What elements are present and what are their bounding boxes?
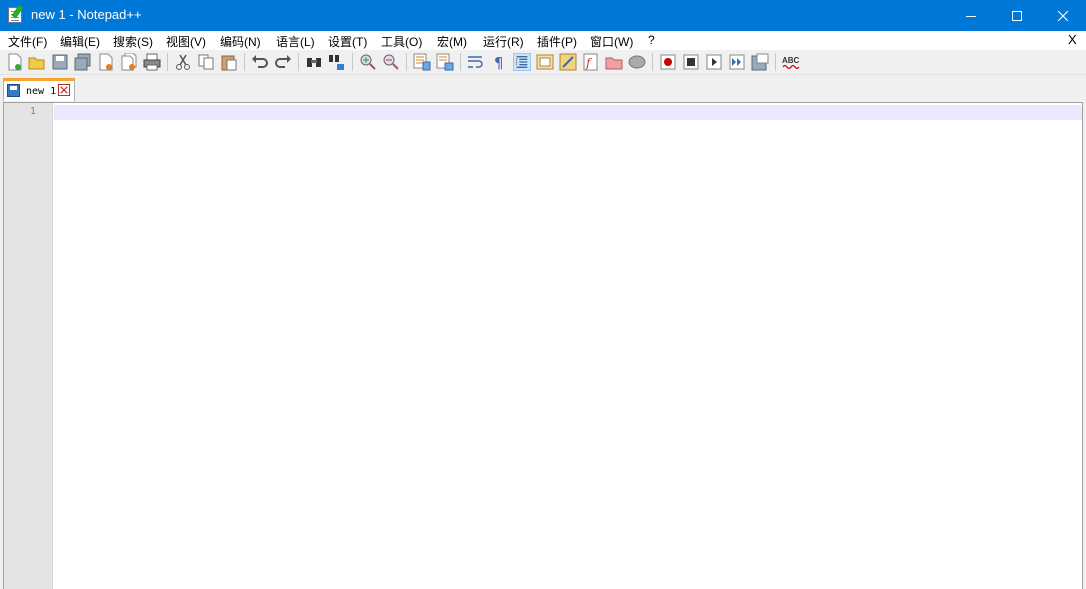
svg-text:ABC: ABC: [782, 56, 800, 65]
menu-view[interactable]: 视图(V): [166, 33, 206, 50]
close-all-icon[interactable]: [120, 53, 138, 71]
maximize-icon: [1012, 10, 1022, 21]
menu-tools[interactable]: 工具(O): [381, 33, 422, 50]
menu-settings[interactable]: 设置(T): [328, 33, 367, 50]
toolbar-separator: [775, 53, 776, 71]
indent-guide-icon[interactable]: [513, 53, 531, 71]
toolbar-separator: [652, 53, 653, 71]
document-map-icon[interactable]: [559, 53, 577, 71]
record-macro-icon[interactable]: [659, 53, 677, 71]
toolbar-separator: [406, 53, 407, 71]
editor-area[interactable]: 1: [3, 102, 1083, 589]
open-file-icon[interactable]: [28, 53, 46, 71]
saved-file-icon: [7, 84, 20, 97]
title-bar: new 1 - Notepad++: [0, 0, 1086, 31]
menu-window[interactable]: 窗口(W): [590, 33, 633, 50]
redo-icon[interactable]: [274, 53, 292, 71]
run-macro-multiple-icon[interactable]: [728, 53, 746, 71]
menu-help[interactable]: ?: [648, 33, 655, 47]
folder-as-workspace-icon[interactable]: [605, 53, 623, 71]
tab-new-1[interactable]: new 1: [3, 78, 75, 101]
close-icon: [1058, 10, 1068, 21]
undo-icon[interactable]: [251, 53, 269, 71]
menu-edit[interactable]: 编辑(E): [60, 33, 100, 50]
function-list-icon[interactable]: f: [582, 53, 600, 71]
save-macro-icon[interactable]: [751, 53, 769, 71]
show-all-characters-icon[interactable]: ¶: [490, 53, 508, 71]
toolbar-separator: [352, 53, 353, 71]
menu-plugins[interactable]: 插件(P): [537, 33, 577, 50]
save-icon[interactable]: [51, 53, 69, 71]
close-file-icon[interactable]: [97, 53, 115, 71]
minimize-button[interactable]: [948, 0, 994, 31]
tab-bar: new 1: [0, 76, 1086, 101]
close-tab-icon[interactable]: [58, 84, 70, 96]
toolbar-separator: [167, 53, 168, 71]
spell-check-icon[interactable]: ABC: [782, 53, 800, 71]
sync-horizontal-icon[interactable]: [436, 53, 454, 71]
save-all-icon[interactable]: [74, 53, 92, 71]
menu-file[interactable]: 文件(F): [8, 33, 47, 50]
zoom-out-icon[interactable]: [382, 53, 400, 71]
copy-icon[interactable]: [197, 53, 215, 71]
close-document-button[interactable]: X: [1068, 32, 1077, 47]
toolbar-separator: [460, 53, 461, 71]
notepad-app-icon[interactable]: [8, 7, 22, 23]
menu-run[interactable]: 运行(R): [483, 33, 524, 50]
toolbar: ¶ f ABC: [0, 50, 1086, 75]
sync-vertical-icon[interactable]: [413, 53, 431, 71]
menu-bar: 文件(F) 编辑(E) 搜索(S) 视图(V) 编码(N) 语言(L) 设置(T…: [0, 31, 1086, 50]
find-icon[interactable]: [305, 53, 323, 71]
monitoring-icon[interactable]: [628, 53, 646, 71]
window-title: new 1 - Notepad++: [31, 7, 142, 22]
tab-label: new 1: [26, 86, 57, 97]
menu-encoding[interactable]: 编码(N): [220, 33, 261, 50]
menu-language[interactable]: 语言(L): [276, 33, 315, 50]
current-line-highlight: [54, 105, 1082, 120]
new-file-icon[interactable]: [6, 53, 24, 71]
replace-icon[interactable]: [328, 53, 346, 71]
menu-macro[interactable]: 宏(M): [437, 33, 467, 50]
close-window-button[interactable]: [1040, 0, 1086, 31]
line-number-gutter: 1: [4, 103, 53, 589]
stop-macro-icon[interactable]: [682, 53, 700, 71]
user-defined-language-icon[interactable]: [536, 53, 554, 71]
maximize-button[interactable]: [994, 0, 1040, 31]
menu-search[interactable]: 搜索(S): [113, 33, 153, 50]
paste-icon[interactable]: [220, 53, 238, 71]
cut-icon[interactable]: [174, 53, 192, 71]
word-wrap-icon[interactable]: [467, 53, 485, 71]
line-number: 1: [29, 106, 36, 117]
zoom-in-icon[interactable]: [359, 53, 377, 71]
toolbar-separator: [244, 53, 245, 71]
play-macro-icon[interactable]: [705, 53, 723, 71]
print-icon[interactable]: [143, 53, 161, 71]
svg-text:¶: ¶: [494, 54, 504, 71]
toolbar-separator: [298, 53, 299, 71]
minimize-icon: [966, 15, 976, 17]
